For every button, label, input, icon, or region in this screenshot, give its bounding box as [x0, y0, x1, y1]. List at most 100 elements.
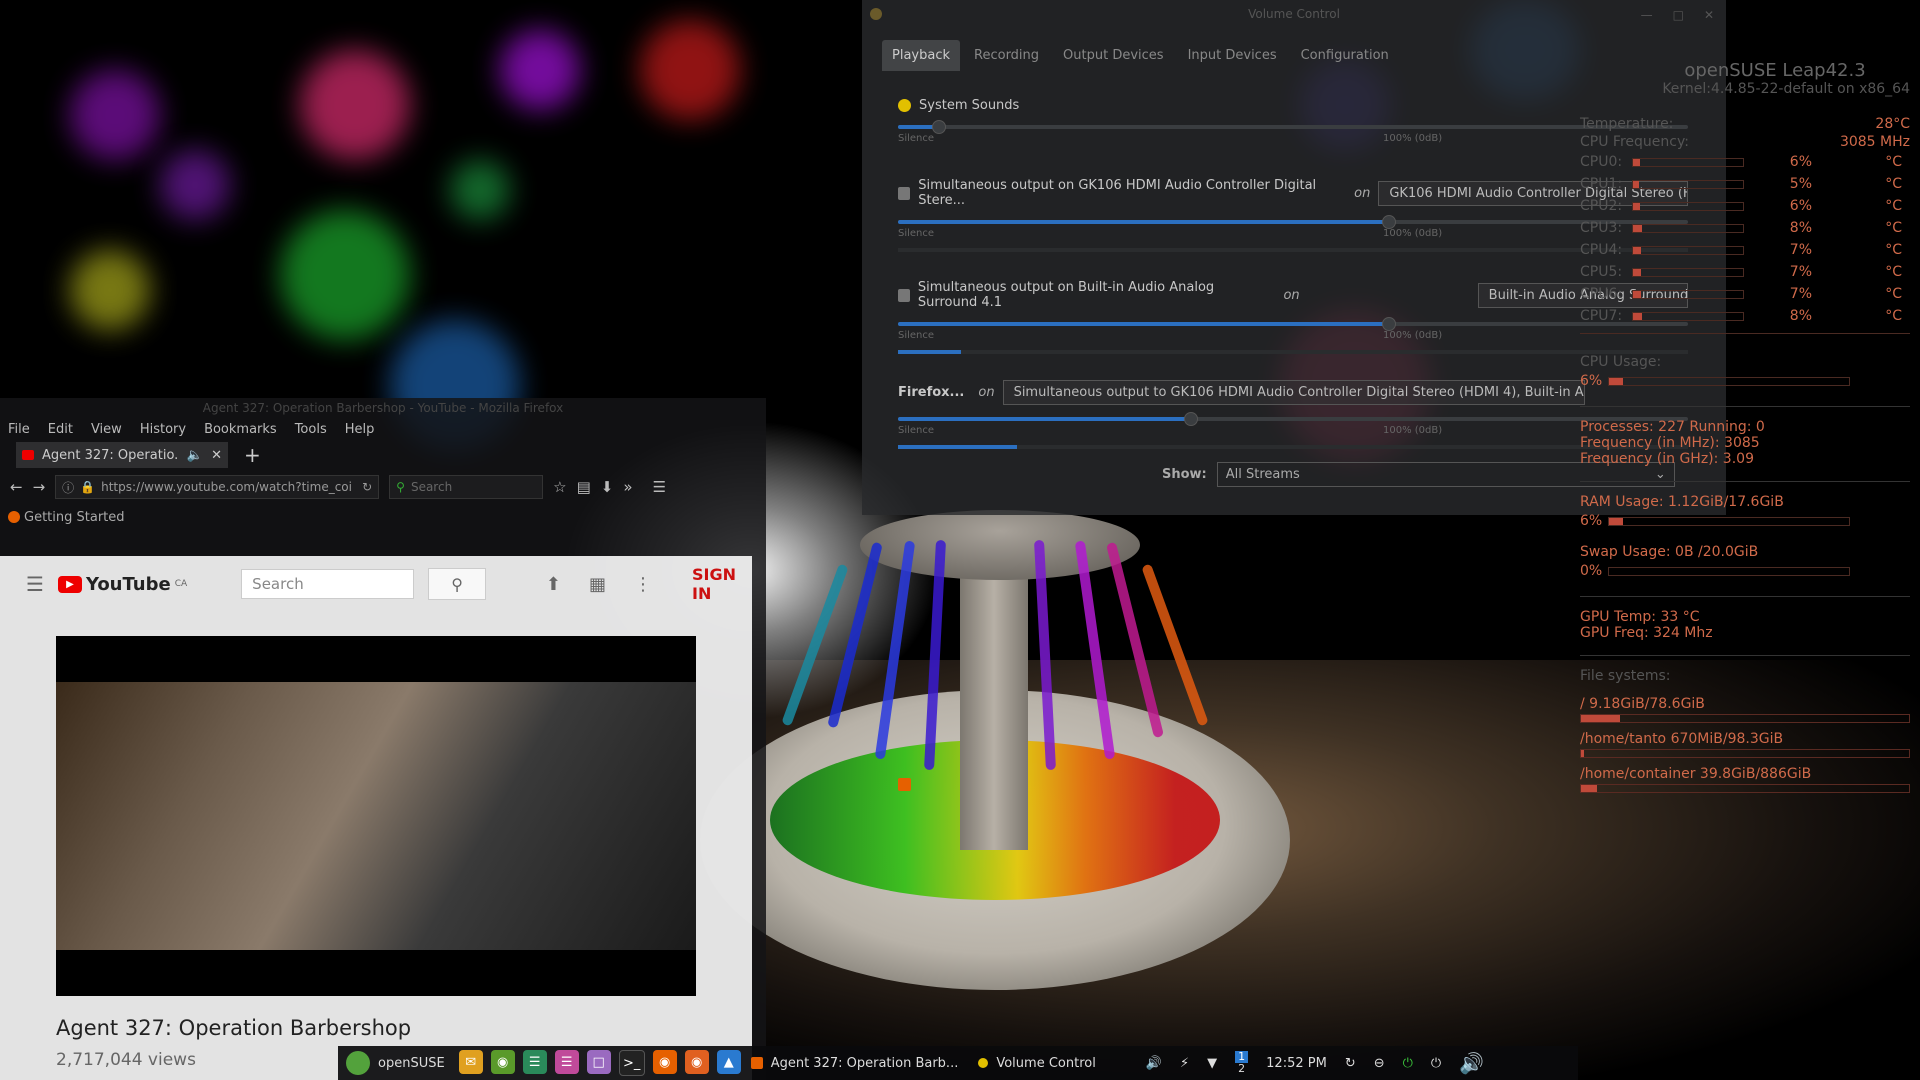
volume-slider[interactable] [898, 412, 1688, 426]
terminal-icon[interactable]: >_ [618, 1050, 645, 1076]
volume-slider[interactable] [898, 215, 1688, 229]
menu-edit[interactable]: Edit [48, 422, 73, 437]
hamburger-menu-icon[interactable]: ☰ [653, 478, 666, 496]
power-green-icon[interactable]: ⏻ [1403, 1056, 1413, 1071]
menu-file[interactable]: File [8, 422, 30, 437]
mute-toggle-icon[interactable] [898, 288, 910, 302]
volume-slider-handle[interactable] [1184, 412, 1199, 426]
clock[interactable]: 12:52 PM [1266, 1056, 1327, 1071]
reload-icon[interactable]: ↻ [362, 480, 372, 494]
start-menu-button[interactable]: openSUSE [338, 1051, 453, 1075]
youtube-search-input[interactable]: Search [241, 569, 415, 599]
menu-bookmarks[interactable]: Bookmarks [204, 422, 277, 437]
close-window-icon[interactable]: ✕ [1704, 8, 1714, 22]
youtube-search-button[interactable]: ⚲ [428, 568, 486, 600]
tab-recording[interactable]: Recording [964, 40, 1049, 71]
app-store-icon[interactable]: ▲ [716, 1050, 741, 1074]
window-title: Volume Control [1248, 7, 1340, 21]
ram-bar [1608, 516, 1850, 526]
video-player[interactable] [56, 636, 696, 996]
youtube-logo[interactable]: ▶ YouTube CA [57, 574, 187, 595]
volume-large-icon[interactable]: 🔊 [1459, 1051, 1484, 1075]
cpu-usage-label: CPU Usage: [1580, 354, 1662, 370]
filesystem-bar [1580, 714, 1910, 723]
menu-tools[interactable]: Tools [295, 422, 327, 437]
volume-slider[interactable] [898, 120, 1688, 134]
cpu-bar [1632, 311, 1744, 321]
menu-view[interactable]: View [91, 422, 122, 437]
speaker-icon[interactable]: 🔈 [187, 448, 203, 463]
apps-grid-icon[interactable]: ▦ [589, 574, 606, 595]
power-icon[interactable]: ⏻ [1431, 1056, 1441, 1071]
cpu-bar [1632, 223, 1744, 233]
volume-slider[interactable] [898, 317, 1688, 331]
task-volume-control[interactable]: Volume Control [968, 1056, 1105, 1071]
file-manager-icon[interactable]: □ [586, 1050, 611, 1074]
mute-toggle-icon[interactable] [898, 186, 911, 200]
blender-icon[interactable]: ◉ [684, 1050, 709, 1074]
bookmark-star-icon[interactable]: ☆ [553, 478, 566, 496]
cpu-label: CPU1: [1580, 176, 1623, 192]
upload-icon[interactable]: ⬆ [546, 574, 561, 595]
bookmark-getting-started[interactable]: Getting Started [24, 510, 125, 525]
reader-view-icon[interactable]: ▤ [577, 478, 591, 496]
tab-input-devices[interactable]: Input Devices [1178, 40, 1287, 71]
minimize-icon[interactable]: — [1641, 8, 1653, 22]
stream-analog-surround: Simultaneous output on Built-in Audio An… [898, 280, 1688, 354]
workspace-switcher[interactable]: 1 2 [1235, 1051, 1249, 1075]
close-icon[interactable] [870, 8, 882, 20]
overflow-chevron-icon[interactable]: » [623, 478, 632, 496]
close-tab-icon[interactable]: ✕ [211, 448, 222, 463]
stream-system-sounds: System Sounds Silence 100% (0dB) [898, 98, 1688, 147]
lock-icon: 🔒 [80, 480, 96, 494]
volume-tray-icon[interactable]: 🔊 [1146, 1056, 1162, 1071]
cpu-label: CPU4: [1580, 242, 1623, 258]
task-firefox[interactable]: Agent 327: Operation Barb... [741, 1056, 969, 1071]
power-bolt-icon[interactable]: ⚡ [1180, 1056, 1189, 1071]
tab-configuration[interactable]: Configuration [1291, 40, 1399, 71]
tab-playback[interactable]: Playback [882, 40, 961, 71]
filesystem-label: / 9.18GiB/78.6GiB [1580, 696, 1705, 712]
volume-control-titlebar[interactable]: Volume Control — □ ✕ [862, 0, 1726, 28]
volume-slider-handle[interactable] [1381, 215, 1396, 229]
stream-firefox: Firefox... on Simultaneous output to GK1… [898, 380, 1688, 791]
new-tab-icon[interactable]: + [244, 443, 261, 467]
download-icon[interactable]: ⬇ [601, 478, 614, 496]
control-center-icon[interactable]: ☰ [554, 1050, 579, 1074]
guide-menu-icon[interactable]: ☰ [26, 572, 44, 596]
workspace-2[interactable]: 2 [1238, 1063, 1245, 1075]
processes: Processes: 227 Running: 0 [1580, 419, 1765, 435]
settings-icon[interactable]: ☰ [522, 1050, 547, 1074]
minus-circle-icon[interactable]: ⊖ [1374, 1056, 1385, 1071]
bokeh-light [160, 150, 230, 220]
cpu-pct: 7% [1789, 286, 1812, 302]
stream-device-select[interactable]: Simultaneous output to GK106 HDMI Audio … [1002, 380, 1585, 405]
network-icon[interactable]: ▼ [1207, 1056, 1217, 1071]
sign-in-button[interactable]: SIGN IN [692, 565, 752, 603]
volume-slider-handle[interactable] [1381, 317, 1396, 331]
mail-icon[interactable]: ✉ [458, 1050, 483, 1074]
menu-help[interactable]: Help [345, 422, 375, 437]
more-vertical-icon[interactable]: ⋮ [634, 574, 652, 595]
cpu-temp-unit: °C [1885, 242, 1902, 258]
cpu-pct: 7% [1789, 264, 1812, 280]
forward-icon[interactable]: → [33, 478, 46, 496]
nvidia-settings-icon[interactable]: ◉ [490, 1050, 515, 1074]
maximize-icon[interactable]: □ [1673, 8, 1684, 22]
refresh-icon[interactable]: ↻ [1345, 1056, 1356, 1071]
back-icon[interactable]: ← [10, 478, 23, 496]
cpu-label: CPU2: [1580, 198, 1623, 214]
url-bar[interactable]: ⓘ 🔒 https://www.youtube.com/watch?time_c… [55, 475, 380, 499]
window-title[interactable]: Agent 327: Operation Barbershop - YouTub… [0, 398, 766, 418]
menu-history[interactable]: History [140, 422, 186, 437]
firefox-icon[interactable]: ◉ [652, 1050, 677, 1074]
frequency-ghz: Frequency (in GHz): 3.09 [1580, 451, 1754, 467]
search-bar[interactable]: ⚲ Search [389, 475, 544, 499]
cpu-temp-unit: °C [1885, 264, 1902, 280]
tab-output-devices[interactable]: Output Devices [1053, 40, 1174, 71]
volume-slider-handle[interactable] [931, 120, 946, 134]
task-label: Volume Control [996, 1055, 1096, 1071]
info-icon[interactable]: ⓘ [62, 479, 74, 496]
browser-tab[interactable]: Agent 327: Operatio... 🔈 ✕ [16, 442, 228, 468]
bokeh-light [640, 20, 740, 120]
